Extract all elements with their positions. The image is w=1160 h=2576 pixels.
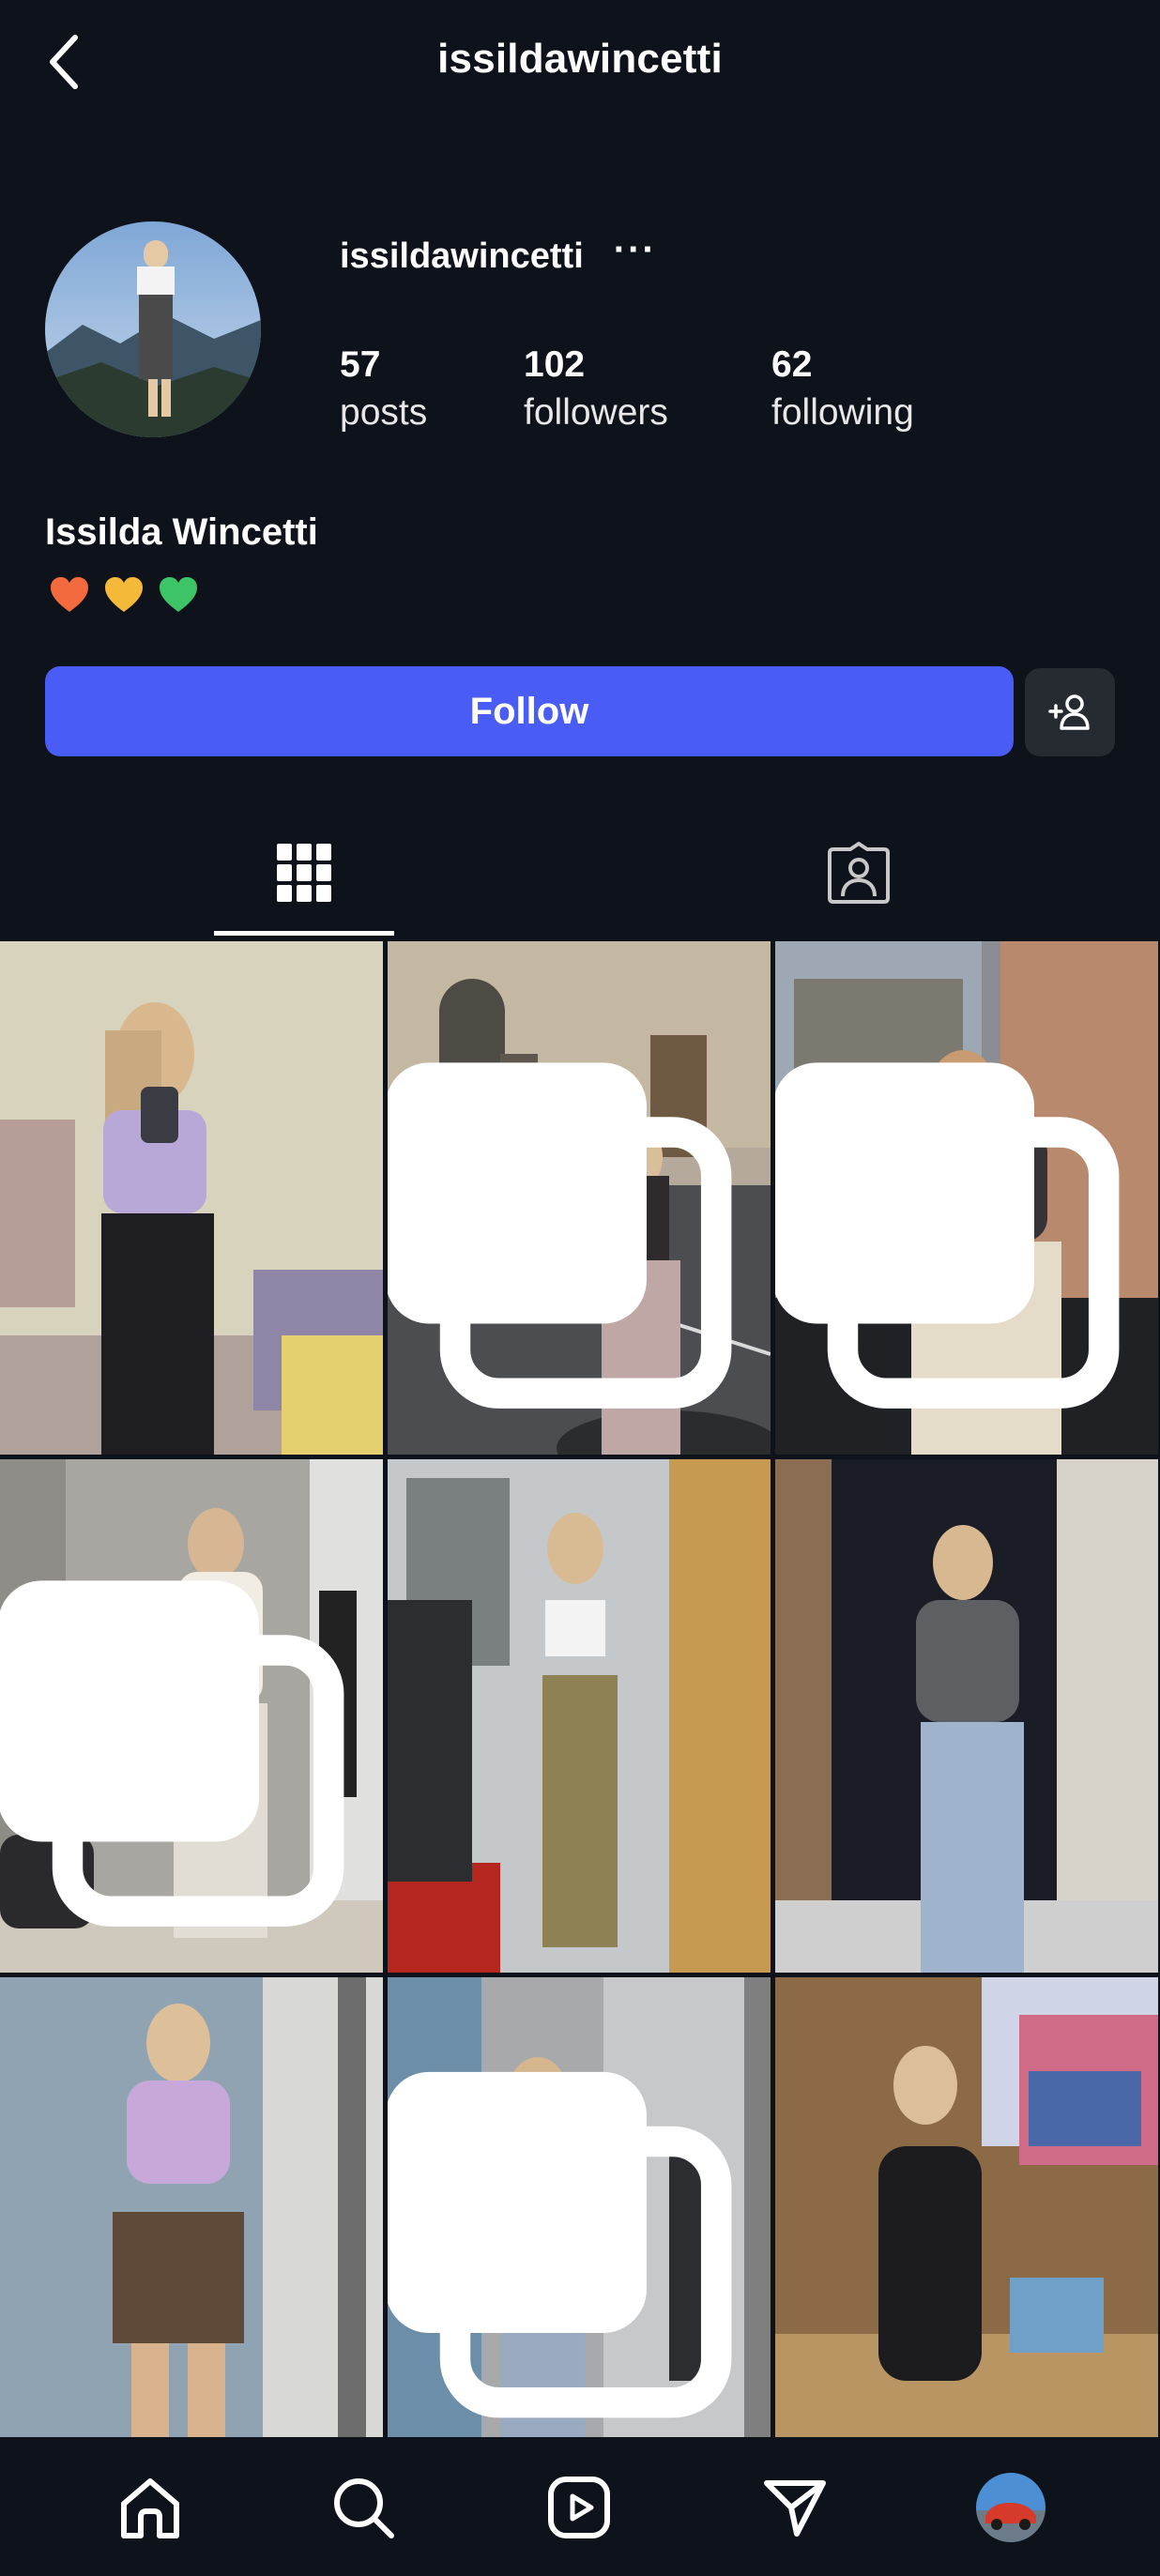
add-user-button[interactable] xyxy=(1025,668,1115,756)
multi-post-icon xyxy=(388,2071,732,2418)
direct-icon xyxy=(764,2480,826,2537)
stat-label: posts xyxy=(340,392,428,433)
post-tile[interactable] xyxy=(775,941,1158,1455)
follow-button[interactable]: Follow xyxy=(45,666,1014,756)
stat-value: 62 xyxy=(771,344,813,385)
username-row: issildawincetti ··· xyxy=(340,231,657,277)
stat-label: following xyxy=(771,392,914,433)
nav-profile[interactable] xyxy=(964,2461,1058,2554)
stat-followers[interactable]: 102 followers xyxy=(524,343,668,439)
tab-tagged[interactable] xyxy=(765,807,953,938)
yellow-heart-icon xyxy=(105,577,143,612)
active-tab-indicator xyxy=(214,931,394,936)
profile-avatar-small xyxy=(976,2473,1046,2542)
profile-full-name: Issilda Wincetti xyxy=(45,511,318,553)
post-tile[interactable] xyxy=(775,1977,1158,2437)
grid-icon xyxy=(277,844,331,902)
stat-value: 57 xyxy=(340,344,381,385)
nav-reels[interactable] xyxy=(532,2461,626,2554)
stat-posts[interactable]: 57 posts xyxy=(340,343,427,439)
profile-tabs xyxy=(0,807,1160,938)
tagged-person-icon xyxy=(828,842,890,904)
green-heart-icon xyxy=(160,577,197,612)
post-tile[interactable] xyxy=(388,941,771,1455)
orange-heart-icon xyxy=(51,577,88,612)
page-title: issildawincetti xyxy=(437,36,723,82)
post-tile[interactable] xyxy=(0,1977,383,2437)
more-options-icon[interactable]: ··· xyxy=(614,231,657,268)
tab-posts-grid[interactable] xyxy=(210,807,398,938)
stat-label: followers xyxy=(524,392,668,433)
profile-avatar[interactable] xyxy=(45,221,261,437)
nav-home[interactable] xyxy=(103,2461,197,2554)
stat-value: 102 xyxy=(524,344,586,385)
post-tile[interactable] xyxy=(388,1977,771,2437)
nav-search[interactable] xyxy=(316,2461,410,2554)
post-tile[interactable] xyxy=(0,941,383,1455)
post-tile[interactable] xyxy=(775,1459,1158,1973)
bottom-navigation xyxy=(0,2438,1160,2576)
posts-grid xyxy=(0,941,1160,2437)
profile-username: issildawincetti xyxy=(340,236,584,276)
add-person-icon xyxy=(1048,694,1090,730)
nav-direct[interactable] xyxy=(748,2461,842,2554)
bio-emoji xyxy=(49,576,199,614)
stat-following[interactable]: 62 following xyxy=(771,343,914,439)
post-tile[interactable] xyxy=(388,1459,771,1973)
home-icon xyxy=(121,2478,179,2538)
multi-post-icon xyxy=(0,1580,344,1927)
multi-post-icon xyxy=(388,1062,732,1409)
top-bar: issildawincetti xyxy=(0,0,1160,131)
reels-icon xyxy=(548,2477,610,2538)
post-tile[interactable] xyxy=(0,1459,383,1973)
search-icon xyxy=(334,2478,394,2538)
multi-post-icon xyxy=(775,1062,1120,1409)
